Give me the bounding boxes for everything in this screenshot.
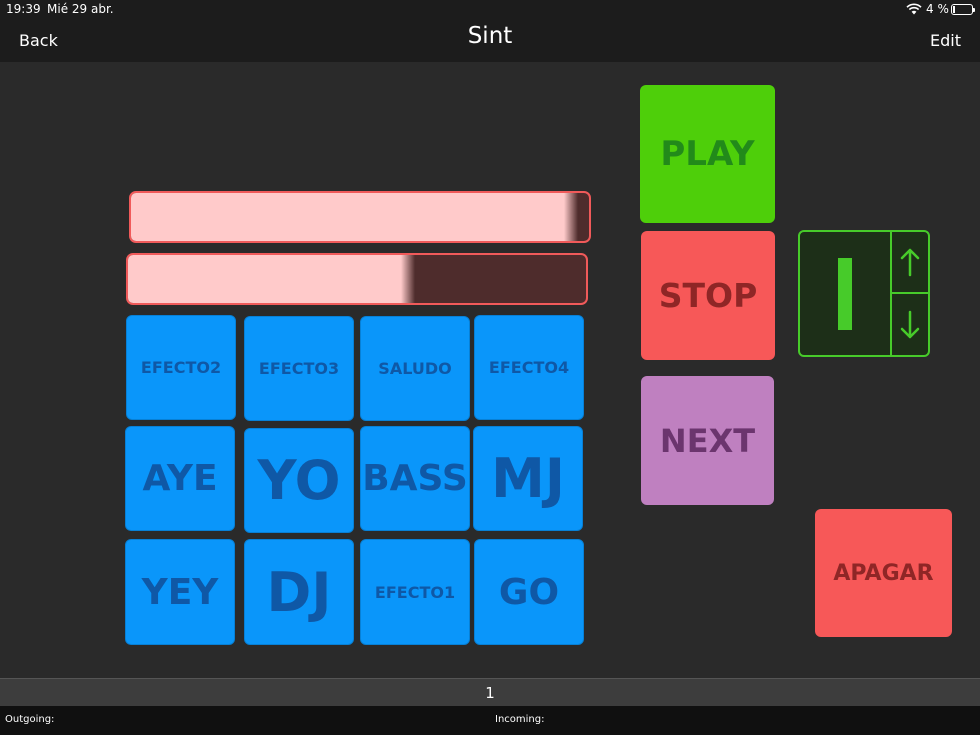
pad-label: BASS bbox=[362, 458, 468, 499]
status-time: 19:39 bbox=[6, 2, 41, 16]
fader-edge bbox=[564, 193, 578, 241]
pad-label: EFECTO2 bbox=[140, 358, 222, 377]
pad-label: EFECTO3 bbox=[258, 359, 340, 378]
pad-dj[interactable]: DJ bbox=[244, 539, 354, 645]
wifi-icon bbox=[906, 3, 922, 15]
incoming-label: Incoming: bbox=[495, 714, 545, 725]
fader-level bbox=[131, 193, 566, 241]
page-number: 1 bbox=[485, 683, 495, 702]
pad-aye[interactable]: AYE bbox=[125, 426, 235, 531]
apagar-button[interactable]: APAGAR bbox=[815, 509, 952, 637]
stop-label: STOP bbox=[658, 276, 758, 315]
battery-icon bbox=[951, 4, 975, 15]
stepper-down-button[interactable] bbox=[892, 294, 928, 355]
pad-efecto2[interactable]: EFECTO2 bbox=[126, 315, 236, 420]
pad-label: YEY bbox=[141, 571, 219, 613]
pad-label: SALUDO bbox=[378, 359, 452, 378]
pad-mj[interactable]: MJ bbox=[473, 426, 583, 531]
value-stepper[interactable] bbox=[798, 230, 930, 357]
pad-efecto3[interactable]: EFECTO3 bbox=[244, 316, 354, 421]
stepper-value-display bbox=[800, 232, 892, 355]
page-indicator[interactable]: 1 bbox=[0, 678, 980, 706]
status-bar: 19:39 Mié 29 abr. 4 % bbox=[0, 0, 980, 20]
next-label: NEXT bbox=[659, 421, 756, 460]
pad-saludo[interactable]: SALUDO bbox=[360, 316, 470, 421]
footer-bar: Outgoing: Incoming: bbox=[0, 706, 980, 735]
stepper-digit bbox=[838, 257, 852, 330]
edit-button[interactable]: Edit bbox=[930, 31, 961, 50]
pad-bass[interactable]: BASS bbox=[360, 426, 470, 531]
battery-percent: 4 % bbox=[926, 2, 949, 16]
fader-edge bbox=[401, 255, 415, 303]
pad-label: YO bbox=[257, 449, 341, 512]
arrow-up-icon bbox=[900, 248, 920, 277]
fader-bottom[interactable] bbox=[126, 253, 588, 305]
arrow-down-icon bbox=[900, 310, 920, 338]
pad-label: AYE bbox=[142, 458, 218, 499]
next-button[interactable]: NEXT bbox=[641, 376, 774, 505]
navigation-bar: Back Sint Edit bbox=[0, 20, 980, 62]
pad-yey[interactable]: YEY bbox=[125, 539, 235, 645]
pad-label: EFECTO4 bbox=[488, 358, 570, 377]
pad-efecto1[interactable]: EFECTO1 bbox=[360, 539, 470, 645]
play-label: PLAY bbox=[660, 134, 755, 174]
pad-label: DJ bbox=[266, 560, 332, 624]
play-button[interactable]: PLAY bbox=[640, 85, 775, 223]
pad-label: MJ bbox=[491, 447, 565, 510]
status-date: Mié 29 abr. bbox=[47, 2, 114, 16]
fader-level bbox=[128, 255, 403, 303]
page-title: Sint bbox=[467, 23, 513, 49]
control-canvas: EFECTO2 EFECTO3 SALUDO EFECTO4 AYE YO BA… bbox=[0, 62, 980, 678]
outgoing-label: Outgoing: bbox=[5, 714, 55, 725]
apagar-label: APAGAR bbox=[833, 560, 934, 586]
pad-go[interactable]: GO bbox=[474, 539, 584, 645]
pad-efecto4[interactable]: EFECTO4 bbox=[474, 315, 584, 420]
pad-label: GO bbox=[498, 571, 560, 613]
pad-label: EFECTO1 bbox=[374, 582, 456, 602]
pad-yo[interactable]: YO bbox=[244, 428, 354, 533]
fader-top[interactable] bbox=[129, 191, 591, 243]
stop-button[interactable]: STOP bbox=[641, 231, 775, 360]
stepper-up-button[interactable] bbox=[892, 232, 928, 294]
